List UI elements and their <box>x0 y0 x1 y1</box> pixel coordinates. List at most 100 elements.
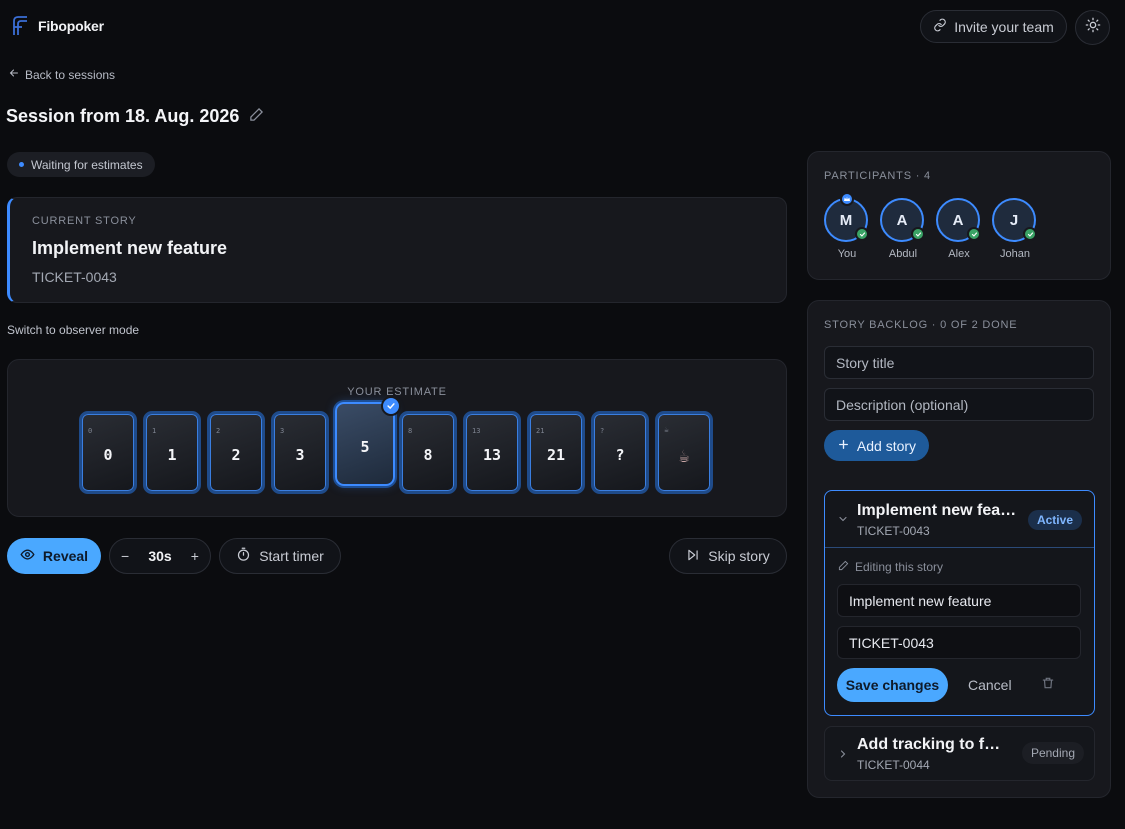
timer-decrease-button[interactable]: − <box>121 548 129 564</box>
sun-icon <box>1085 17 1101 38</box>
story-title-input[interactable]: Story title <box>824 346 1094 379</box>
avatar-initial: A <box>896 211 908 229</box>
app-brand[interactable]: Fibopoker <box>38 18 104 34</box>
avatar-initial: A <box>952 211 964 229</box>
invite-team-button[interactable]: Invite your team <box>920 10 1067 43</box>
participant-name: Abdul <box>888 248 918 260</box>
edit-story-title-input[interactable]: Implement new feature <box>837 584 1081 617</box>
card-corner: 0 <box>88 427 93 435</box>
participant-alex: A Alex <box>936 198 982 260</box>
status-badge: Waiting for estimates <box>7 152 155 177</box>
pending-status-badge: Pending <box>1021 742 1084 764</box>
card-corner: 8 <box>408 427 413 435</box>
card-value: 13 <box>482 446 502 464</box>
skip-story-button[interactable]: Skip story <box>669 538 787 574</box>
estimate-card-3[interactable]: 3 3 <box>271 411 329 494</box>
avatar: A <box>880 198 925 242</box>
estimate-panel: YOUR ESTIMATE 0 0 1 1 2 2 3 3 5 8 8 13 1… <box>7 359 787 517</box>
participants-panel: PARTICIPANTS · 4 M You A Abdul A Alex J … <box>807 151 1111 280</box>
card-corner: 1 <box>152 427 157 435</box>
invite-team-label: Invite your team <box>954 18 1054 35</box>
pending-story-ticket: TICKET-0044 <box>857 758 930 772</box>
reveal-button[interactable]: Reveal <box>7 538 101 574</box>
estimate-card-5-selected[interactable]: 5 <box>335 396 401 486</box>
current-story-ticket: TICKET-0043 <box>32 269 117 285</box>
estimate-card-13[interactable]: 13 13 <box>463 411 521 494</box>
current-story-card: CURRENT STORY Implement new feature TICK… <box>7 197 787 303</box>
voted-check-icon <box>967 227 981 241</box>
backlog-label: STORY BACKLOG · 0 OF 2 DONE <box>824 319 1018 331</box>
estimate-card-coffee[interactable]: ☕ ☕ <box>655 411 713 494</box>
timer-duration-value: 30s <box>148 548 172 564</box>
fibopoker-logo-icon[interactable] <box>10 15 30 37</box>
reveal-label: Reveal <box>42 548 89 564</box>
card-corner: 3 <box>280 427 285 435</box>
story-description-input[interactable]: Description (optional) <box>824 388 1094 421</box>
edit-story-ticket-input[interactable]: TICKET-0043 <box>837 626 1081 659</box>
back-label: Back to sessions <box>25 67 116 82</box>
cancel-button[interactable]: Cancel <box>968 677 1012 693</box>
avatar-initial: J <box>1009 211 1019 229</box>
participant-you: M You <box>824 192 870 260</box>
eye-icon <box>20 547 35 565</box>
observer-mode-toggle[interactable]: Switch to observer mode <box>7 323 139 337</box>
card-corner: 13 <box>472 427 481 435</box>
timer-increase-button[interactable]: + <box>191 548 199 564</box>
story-backlog-panel: STORY BACKLOG · 0 OF 2 DONE Story title … <box>807 300 1111 798</box>
card-value: ? <box>615 446 625 464</box>
participant-name: Alex <box>948 248 970 260</box>
participant-name: You <box>837 248 857 260</box>
trash-icon[interactable] <box>1041 676 1055 695</box>
back-to-sessions-link[interactable]: Back to sessions <box>8 67 115 82</box>
current-story-label: CURRENT STORY <box>32 215 137 227</box>
participant-johan: J Johan <box>992 198 1038 260</box>
backlog-story-active: Implement new feature TICKET-0043 Active… <box>824 490 1095 716</box>
avatar: J <box>992 198 1037 242</box>
avatar: M <box>824 192 869 242</box>
chevron-down-icon[interactable] <box>837 512 849 530</box>
card-corner: ? <box>600 427 605 435</box>
active-story-title: Implement new feature <box>857 502 1017 519</box>
add-story-button[interactable]: Add story <box>824 430 929 461</box>
status-dot-icon <box>19 162 24 167</box>
add-story-label: Add story <box>856 437 917 454</box>
selected-check-icon <box>381 396 401 416</box>
voted-check-icon <box>1023 227 1037 241</box>
active-status-badge: Active <box>1027 510 1082 530</box>
pencil-icon[interactable] <box>249 106 264 127</box>
participant-name: Johan <box>1000 248 1030 260</box>
estimate-card-unknown[interactable]: ? ? <box>591 411 649 494</box>
session-title: Session from 18. Aug. 2026 <box>6 106 264 127</box>
start-timer-label: Start timer <box>259 548 324 564</box>
chevron-right-icon[interactable] <box>837 747 849 765</box>
coffee-icon: ☕ <box>678 446 690 467</box>
estimate-card-0[interactable]: 0 0 <box>79 411 137 494</box>
card-value: 1 <box>167 446 177 464</box>
current-story-title: Implement new feature <box>32 238 228 258</box>
participant-abdul: A Abdul <box>880 198 926 260</box>
theme-toggle-button[interactable] <box>1075 10 1110 45</box>
estimate-card-8[interactable]: 8 8 <box>399 411 457 494</box>
coffee-corner-icon: ☕ <box>664 425 669 434</box>
estimate-card-21[interactable]: 21 21 <box>527 411 585 494</box>
estimate-card-1[interactable]: 1 1 <box>143 411 201 494</box>
save-changes-button[interactable]: Save changes <box>837 668 948 702</box>
editing-label: Editing this story <box>855 560 944 574</box>
estimate-card-2[interactable]: 2 2 <box>207 411 265 494</box>
session-title-text: Session from 18. Aug. 2026 <box>6 106 240 126</box>
active-story-header[interactable]: Implement new feature TICKET-0043 Active <box>825 491 1094 548</box>
avatar: A <box>936 198 981 242</box>
voted-check-icon <box>855 227 869 241</box>
timer-duration-stepper: − 30s + <box>109 538 211 574</box>
skip-forward-icon <box>686 548 700 565</box>
card-value: 2 <box>231 446 241 464</box>
card-value: 8 <box>423 446 433 464</box>
editing-indicator: Editing this story <box>838 560 943 574</box>
participants-label: PARTICIPANTS · 4 <box>824 170 931 182</box>
card-value: 3 <box>295 446 305 464</box>
start-timer-button[interactable]: Start timer <box>219 538 341 574</box>
avatar-initial: M <box>839 211 853 229</box>
pencil-icon <box>838 560 849 574</box>
estimate-label: YOUR ESTIMATE <box>347 386 447 398</box>
backlog-story-pending[interactable]: Add tracking to feature TICKET-0044 Pend… <box>824 726 1095 781</box>
